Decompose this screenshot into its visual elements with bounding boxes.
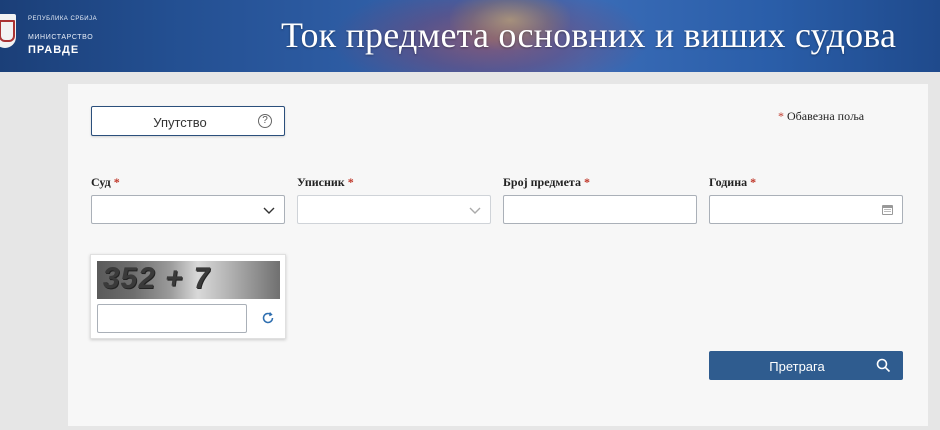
calendar-icon[interactable] <box>882 205 893 215</box>
question-circle-icon: ? <box>258 114 272 128</box>
year-label: Година * <box>709 175 756 190</box>
required-fields-note: * Обавезна поља <box>778 109 864 124</box>
chevron-down-icon <box>469 207 481 214</box>
refresh-icon[interactable] <box>261 311 275 325</box>
register-select[interactable] <box>297 195 491 224</box>
court-label-text: Суд <box>91 175 111 189</box>
required-star: * <box>778 109 784 123</box>
captcha-widget: 352 + 7 <box>90 254 286 339</box>
year-input[interactable] <box>709 195 903 224</box>
required-fields-text: Обавезна поља <box>787 109 865 123</box>
logo-republic-text: РЕПУБЛИКА СРБИЈА <box>28 16 98 22</box>
chevron-down-icon <box>263 207 275 214</box>
register-label-text: Уписник <box>297 175 345 189</box>
coat-of-arms-icon <box>0 14 16 48</box>
logo-ministry-text: МИНИСТАРСТВО <box>28 34 94 41</box>
court-label: Суд * <box>91 175 120 190</box>
instructions-button[interactable]: Упутство ? <box>91 106 285 136</box>
case-number-label-text: Број предмета <box>503 175 581 189</box>
year-label-text: Година <box>709 175 748 189</box>
required-star: * <box>750 175 757 189</box>
case-number-input[interactable] <box>503 195 697 224</box>
search-form: Упутство ? * Обавезна поља Суд * Уписник… <box>68 84 928 426</box>
search-button-label: Претрага <box>769 359 825 374</box>
required-star: * <box>347 175 354 189</box>
page-title: Ток предмета основних и виших судова <box>281 15 897 55</box>
captcha-answer-input[interactable] <box>97 304 247 333</box>
captcha-image: 352 + 7 <box>97 261 280 299</box>
court-select[interactable] <box>91 195 285 224</box>
captcha-challenge-text: 352 + 7 <box>100 262 214 295</box>
register-label: Уписник * <box>297 175 354 190</box>
site-header: РЕПУБЛИКА СРБИЈА МИНИСТАРСТВО ПРАВДЕ Ток… <box>0 0 940 72</box>
instructions-button-label: Упутство <box>153 115 207 130</box>
search-icon <box>876 358 891 373</box>
required-star: * <box>113 175 120 189</box>
case-number-label: Број предмета * <box>503 175 590 190</box>
search-button[interactable]: Претрага <box>709 351 903 380</box>
logo-justice-text: ПРАВДЕ <box>28 44 80 56</box>
ministry-logo[interactable]: РЕПУБЛИКА СРБИЈА МИНИСТАРСТВО ПРАВДЕ <box>0 0 140 72</box>
required-star: * <box>583 175 590 189</box>
